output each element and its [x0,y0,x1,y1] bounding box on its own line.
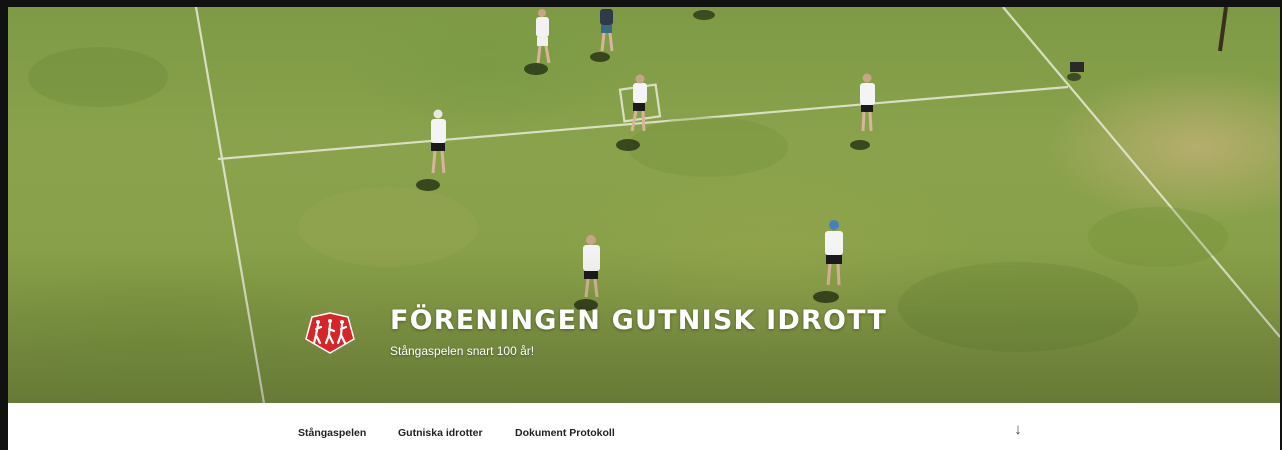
hero-header-image: FÖRENINGEN GUTNISK IDROTT Stångaspelen s… [8,7,1280,403]
hero-overlay [8,7,1280,403]
site-tagline: Stångaspelen snart 100 år! [390,344,535,358]
nav-item-gutniska-idrotter[interactable]: Gutniska idrotter [398,427,483,439]
main-navigation: Stångaspelen Gutniska idrotter Dokument … [8,403,1280,450]
nav-item-dokument-protokoll[interactable]: Dokument Protokoll [515,427,615,439]
window-frame-top [0,0,1282,7]
site-title[interactable]: FÖRENINGEN GUTNISK IDROTT [390,305,887,336]
window-frame-left [0,0,8,450]
nav-item-stangaspelen[interactable]: Stångaspelen [298,427,366,439]
club-logo-three-figures-icon[interactable] [304,311,356,355]
arrow-down-icon[interactable]: ↓ [1010,421,1026,439]
